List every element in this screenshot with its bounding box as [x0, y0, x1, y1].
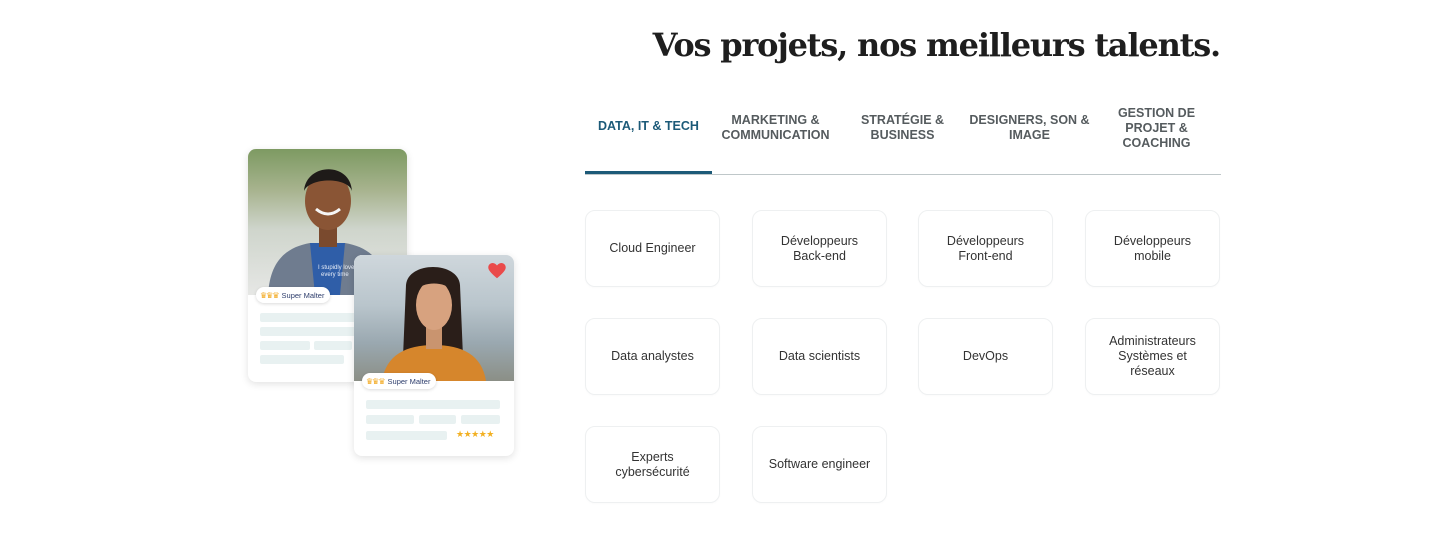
category-card-software-engineer[interactable]: Software engineer	[752, 426, 887, 503]
super-malter-badge: ♛♛♛ Super Malter	[362, 373, 437, 389]
svg-text:I stupidly love: I stupidly love	[318, 265, 355, 271]
crown-icon: ♛♛♛	[366, 376, 385, 386]
skeleton-line	[419, 415, 456, 424]
skeleton-line	[366, 431, 447, 440]
skeleton-line	[366, 400, 500, 409]
category-card-mobile[interactable]: Développeurs mobile	[1085, 210, 1220, 287]
category-card-devops[interactable]: DevOps	[918, 318, 1053, 395]
category-card-data-analystes[interactable]: Data analystes	[585, 318, 720, 395]
badge-label: Super Malter	[281, 290, 325, 300]
tab-designers-son-image[interactable]: DESIGNERS, SON & IMAGE	[966, 100, 1093, 172]
heart-icon[interactable]	[488, 263, 506, 279]
crown-icon: ♛♛♛	[260, 290, 279, 300]
category-card-backend[interactable]: Développeurs Back-end	[752, 210, 887, 287]
skeleton-line	[260, 355, 344, 364]
tab-marketing-communication[interactable]: MARKETING & COMMUNICATION	[712, 100, 839, 172]
category-card-admin-systemes[interactable]: Administrateurs Systèmes et réseaux	[1085, 318, 1220, 395]
category-card-cloud-engineer[interactable]: Cloud Engineer	[585, 210, 720, 287]
skeleton-line	[260, 327, 356, 336]
category-tabs: DATA, IT & TECH MARKETING & COMMUNICATIO…	[585, 100, 1221, 175]
rating-stars: ★★★★★	[456, 429, 494, 439]
skeleton-line	[260, 341, 310, 350]
tab-data-it-tech[interactable]: DATA, IT & TECH	[585, 100, 712, 174]
profile-card-front: ♛♛♛ Super Malter ★★★★★	[354, 255, 514, 456]
skeleton-line	[366, 415, 414, 424]
category-card-cybersecurite[interactable]: Experts cybersécurité	[585, 426, 720, 503]
category-card-data-scientists[interactable]: Data scientists	[752, 318, 887, 395]
super-malter-badge: ♛♛♛ Super Malter	[256, 287, 331, 303]
skeleton-line	[314, 341, 352, 350]
category-card-frontend[interactable]: Développeurs Front-end	[918, 210, 1053, 287]
page-title: Vos projets, nos meilleurs talents.	[652, 26, 1222, 64]
skeleton-line	[260, 313, 356, 322]
svg-text:every time: every time	[321, 272, 349, 278]
skeleton-line	[461, 415, 500, 424]
tab-strategie-business[interactable]: STRATÉGIE & BUSINESS	[839, 100, 966, 172]
tab-gestion-projet-coaching[interactable]: GESTION DE PROJET & COACHING	[1093, 100, 1220, 172]
badge-label: Super Malter	[387, 376, 431, 386]
